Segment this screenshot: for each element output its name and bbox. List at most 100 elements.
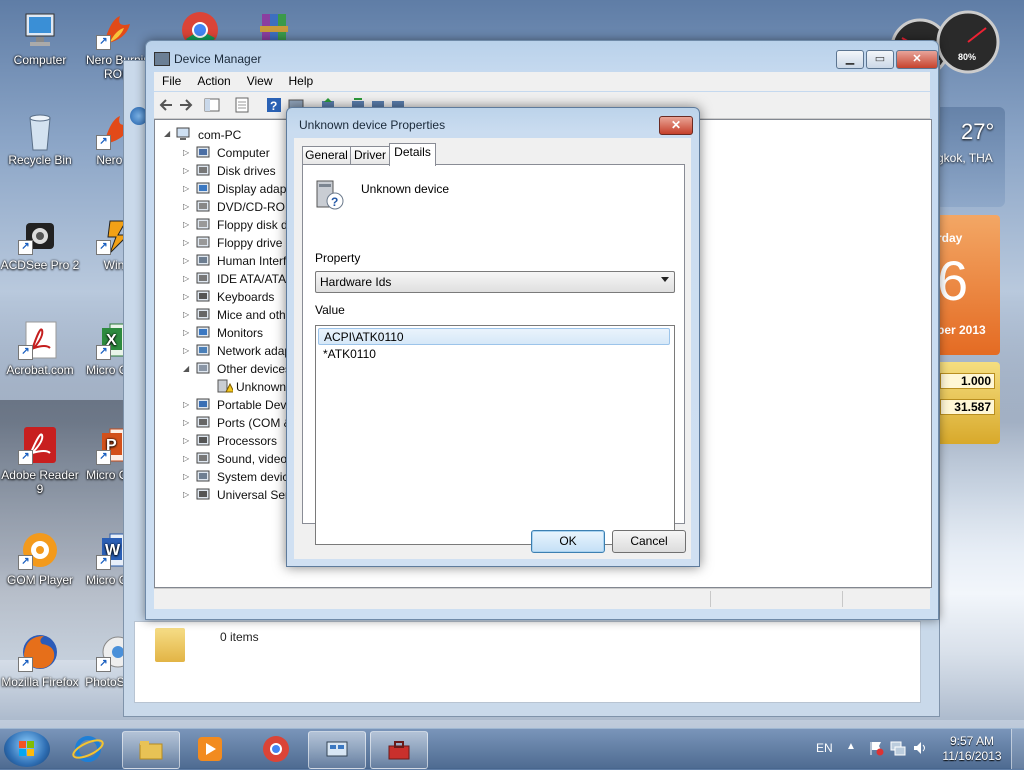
shortcut-arrow-icon: ↗: [96, 35, 111, 50]
desktop-icon-adobe-reader[interactable]: ↗ Adobe Reader 9: [0, 425, 80, 496]
start-button[interactable]: [4, 731, 50, 767]
expand-icon[interactable]: ▷: [183, 329, 191, 337]
svg-text:?: ?: [331, 195, 338, 209]
desktop-icon-label: ACDSee Pro 2: [0, 258, 80, 272]
desktop-icon-acrobat-com[interactable]: ↗ Acrobat.com: [0, 320, 80, 377]
acrobat-icon: ↗: [18, 320, 62, 360]
help-icon[interactable]: ?: [266, 97, 282, 113]
expand-icon[interactable]: ▷: [183, 167, 191, 175]
expand-icon[interactable]: ▷: [183, 437, 191, 445]
media-player-pinned[interactable]: [192, 733, 228, 765]
adobe-reader-icon: ↗: [18, 425, 62, 465]
clock[interactable]: 9:57 AM 11/16/2013: [942, 734, 1002, 764]
internet-explorer-icon: [72, 736, 104, 762]
expand-icon[interactable]: ▷: [183, 401, 191, 409]
calendar-gadget[interactable]: rday 6 ber 2013: [935, 215, 1000, 355]
tab-general[interactable]: General: [302, 146, 351, 165]
action-center-flag-icon[interactable]: [868, 740, 884, 756]
value-list-item[interactable]: *ATK0110: [318, 346, 670, 363]
property-dropdown[interactable]: Hardware Ids: [315, 271, 675, 293]
expand-icon[interactable]: ▷: [183, 347, 191, 355]
status-bar: [154, 588, 930, 609]
desktop-icon-label: Computer: [13, 53, 67, 67]
clock-time: 9:57 AM: [949, 734, 995, 748]
menu-bar: File Action View Help: [154, 72, 930, 91]
dialog-title: Unknown device Properties: [299, 118, 446, 132]
desktop-icon-label: Mozilla Firefox: [1, 675, 79, 689]
collapse-icon[interactable]: ◢: [164, 130, 172, 138]
tree-item-label: Universal Seri: [217, 488, 292, 502]
expand-icon[interactable]: ▷: [183, 239, 191, 247]
device-category-icon: [195, 415, 211, 429]
desktop-icon-gom-player[interactable]: ↗ GOM Player: [0, 530, 80, 587]
taskbar-toolbox-button[interactable]: [370, 731, 428, 769]
expand-icon[interactable]: ▷: [183, 221, 191, 229]
expand-icon[interactable]: ▷: [183, 419, 191, 427]
explorer-item-count: 0 items: [220, 630, 259, 644]
taskbar: EN ▲ 9:57 AM 11/16/2013: [0, 728, 1024, 769]
cancel-button[interactable]: Cancel: [612, 530, 686, 553]
desktop-icon-firefox[interactable]: ↗ Mozilla Firefox: [0, 632, 80, 689]
taskbar-device-manager-button[interactable]: [308, 731, 366, 769]
expand-icon[interactable]: ▷: [183, 293, 191, 301]
desktop-icon-computer[interactable]: Computer: [0, 10, 80, 67]
desktop-icon-label: Acrobat.com: [6, 363, 74, 377]
expand-icon[interactable]: ▷: [183, 257, 191, 265]
menu-help[interactable]: Help: [281, 72, 322, 91]
expand-icon[interactable]: ▷: [183, 491, 191, 499]
forward-icon[interactable]: [178, 97, 194, 113]
back-icon[interactable]: [158, 97, 174, 113]
show-desktop-button[interactable]: [1011, 729, 1024, 769]
collapse-icon[interactable]: ◢: [183, 365, 191, 373]
menu-action[interactable]: Action: [189, 72, 238, 91]
tree-item-label: Ports (COM &: [217, 416, 292, 430]
value-list[interactable]: ACPI\ATK0110 *ATK0110: [315, 325, 675, 545]
value-list-item[interactable]: ACPI\ATK0110: [318, 328, 670, 345]
menu-file[interactable]: File: [154, 72, 189, 91]
taskbar-explorer-button[interactable]: [122, 731, 180, 769]
volume-icon[interactable]: [912, 740, 928, 756]
show-hide-console-tree-icon[interactable]: [204, 97, 220, 113]
unknown-device-properties-dialog[interactable]: Unknown device Properties ✕ General Driv…: [286, 107, 700, 567]
close-button[interactable]: ✕: [896, 50, 938, 69]
expand-icon[interactable]: ▷: [183, 275, 191, 283]
weather-gadget[interactable]: 27° gkok, THA: [935, 107, 1005, 207]
network-icon[interactable]: [890, 740, 906, 756]
meter-percent: 80%: [958, 52, 977, 62]
maximize-button[interactable]: ▭: [866, 50, 894, 69]
tree-item-label: Unknown: [236, 380, 287, 394]
currency-gadget[interactable]: 1.000 31.587: [936, 362, 1000, 444]
tab-details[interactable]: Details: [389, 143, 436, 166]
folder-icon: [139, 741, 163, 760]
tree-item-label: Disk drives: [217, 164, 276, 178]
expand-icon[interactable]: ▷: [183, 185, 191, 193]
expand-icon[interactable]: ▷: [183, 149, 191, 157]
menu-view[interactable]: View: [239, 72, 281, 91]
chrome-pinned[interactable]: [258, 733, 294, 765]
expand-icon[interactable]: ▷: [183, 455, 191, 463]
tab-driver[interactable]: Driver: [350, 146, 390, 165]
show-hidden-icons-icon[interactable]: ▲: [846, 741, 856, 752]
tree-item-label: Network adap: [217, 344, 292, 358]
desktop-icon-recycle-bin[interactable]: Recycle Bin: [0, 110, 80, 167]
ok-button[interactable]: OK: [531, 530, 605, 553]
properties-icon[interactable]: [234, 97, 250, 113]
tree-item-label: Computer: [217, 146, 270, 160]
expand-icon[interactable]: ▷: [183, 473, 191, 481]
tree-item-label: Monitors: [217, 326, 264, 340]
expand-icon[interactable]: ▷: [183, 203, 191, 211]
firefox-icon: ↗: [18, 632, 62, 672]
dialog-close-button[interactable]: ✕: [659, 116, 693, 135]
desktop-icon-label: GOM Player: [6, 573, 73, 587]
internet-explorer-pinned[interactable]: [70, 733, 106, 765]
value-label: Value: [315, 303, 345, 317]
minimize-button[interactable]: ▁: [836, 50, 864, 69]
window-title: Device Manager: [174, 52, 262, 66]
details-panel: ? Unknown device Property Hardware Ids V…: [302, 164, 685, 545]
expand-icon[interactable]: ▷: [183, 311, 191, 319]
warning-device-icon: [217, 379, 235, 393]
recycle-bin-icon: [18, 110, 62, 151]
desktop-icon-acdsee[interactable]: ↗ ACDSee Pro 2: [0, 215, 80, 272]
tree-item-label: Keyboards: [217, 290, 275, 304]
language-indicator[interactable]: EN: [816, 741, 833, 755]
